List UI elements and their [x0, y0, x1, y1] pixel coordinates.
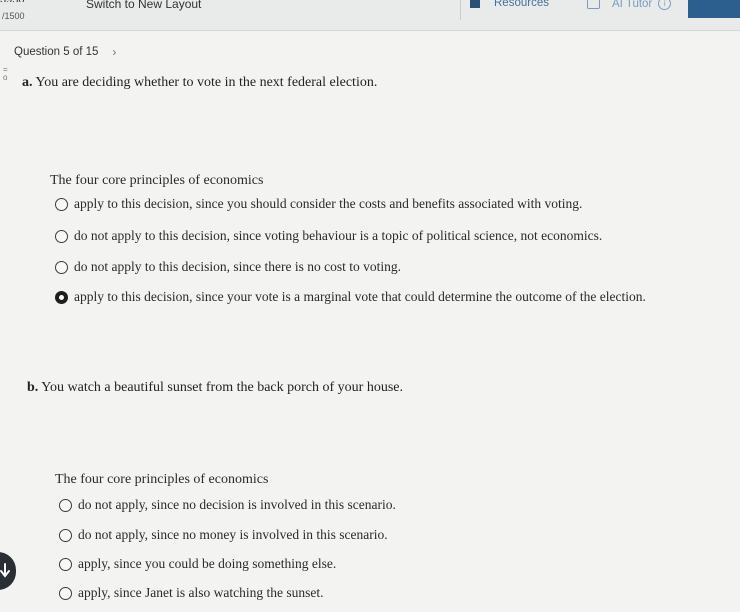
option-label: apply, since Janet is also watching the … [78, 585, 324, 600]
part-a-option-3[interactable]: do not apply to this decision, since the… [55, 259, 401, 275]
ai-tutor-label: AI Tutor [612, 0, 653, 10]
side-marker-icon: = o [3, 65, 8, 82]
part-b-letter: b. [27, 380, 39, 395]
radio-button[interactable] [59, 557, 72, 571]
part-b-option-2[interactable]: do not apply, since no money is involved… [59, 527, 388, 543]
option-label: do not apply to this decision, since vot… [74, 228, 603, 243]
arrow-down-icon [0, 563, 10, 578]
ai-tutor-button[interactable]: AI Tutor i [587, 0, 672, 10]
radio-button[interactable] [59, 586, 72, 600]
part-a-question: a. You are deciding whether to vote in t… [22, 75, 377, 91]
option-label: apply to this decision, since your vote … [74, 289, 646, 304]
part-a-question-text: You are deciding whether to vote in the … [35, 75, 378, 90]
part-b-option-1[interactable]: do not apply, since no decision is invol… [59, 497, 396, 513]
radio-button[interactable] [59, 498, 72, 512]
book-icon [470, 0, 480, 8]
option-label: apply to this decision, since you should… [74, 196, 583, 211]
part-b-question: b. You watch a beautiful sunset from the… [27, 380, 403, 396]
score-max: /1500 [2, 11, 25, 21]
option-label: do not apply to this decision, since the… [74, 259, 401, 274]
part-b-option-4[interactable]: apply, since Janet is also watching the … [59, 585, 323, 601]
info-icon[interactable]: i [658, 0, 672, 10]
question-counter: Question 5 of 15 [14, 46, 99, 58]
side-panel-tab[interactable] [0, 552, 16, 590]
divider [460, 0, 461, 20]
header-action-button[interactable] [688, 0, 740, 18]
option-label: apply, since you could be doing somethin… [78, 556, 337, 571]
resources-label: Resources [494, 0, 549, 9]
radio-button[interactable] [59, 528, 72, 542]
part-a-option-1[interactable]: apply to this decision, since you should… [55, 196, 582, 212]
radio-button-selected[interactable] [55, 290, 68, 304]
radio-button[interactable] [55, 197, 68, 211]
part-a-letter: a. [22, 75, 33, 90]
resources-button[interactable]: Resources [470, 0, 549, 9]
question-nav: Question 5 of 15 › [14, 45, 116, 59]
part-a-option-4[interactable]: apply to this decision, since your vote … [55, 289, 646, 305]
part-b-intro: The four core principles of economics [55, 472, 269, 487]
score-total: 3950 [0, 0, 40, 2]
option-label: do not apply, since no money is involved… [78, 527, 388, 542]
part-b-question-text: You watch a beautiful sunset from the ba… [41, 380, 403, 395]
ai-tutor-icon [587, 0, 600, 9]
top-bar: 3950 /1500 Switch to New Layout Resource… [0, 0, 740, 31]
switch-layout-link[interactable]: Switch to New Layout [86, 0, 201, 11]
part-a-intro: The four core principles of economics [50, 173, 264, 188]
chevron-right-icon[interactable]: › [112, 45, 116, 59]
option-label: do not apply, since no decision is invol… [78, 497, 396, 512]
part-b-option-3[interactable]: apply, since you could be doing somethin… [59, 556, 336, 572]
radio-button[interactable] [55, 260, 68, 274]
part-a-option-2[interactable]: do not apply to this decision, since vot… [55, 228, 602, 244]
radio-button[interactable] [55, 229, 68, 243]
